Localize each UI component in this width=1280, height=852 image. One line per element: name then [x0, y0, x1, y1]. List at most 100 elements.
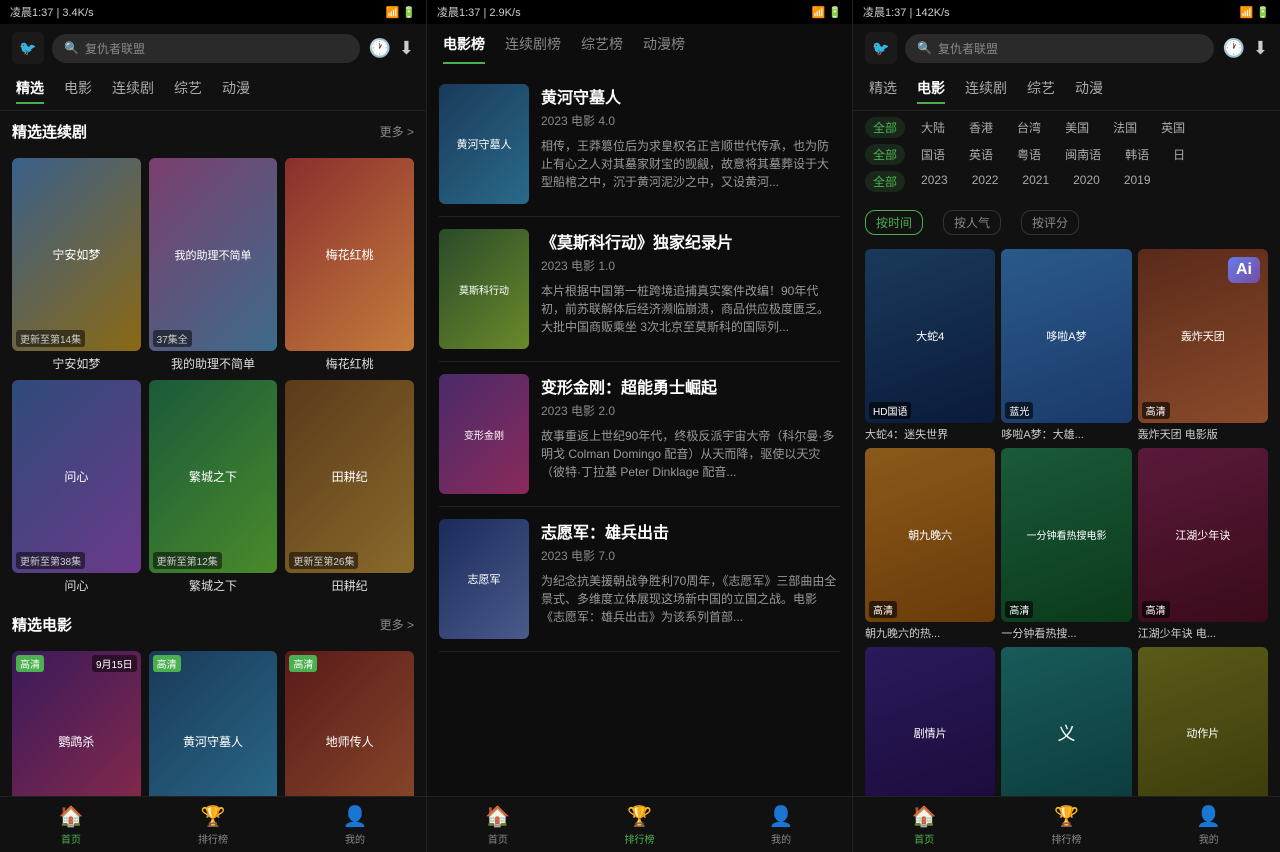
- filter-region-hk[interactable]: 香港: [961, 117, 1001, 138]
- left-tab-zongyi[interactable]: 综艺: [174, 78, 202, 104]
- left-nav-rank[interactable]: 🏆 排行榜: [142, 797, 284, 852]
- drama-item-1[interactable]: 宁安如梦 更新至第14集 宁安如梦: [12, 158, 141, 372]
- right-movie-5[interactable]: 一分钟看热搜电影 高清 一分钟看热搜...: [1001, 448, 1131, 641]
- left-status-icons: 📶 🔋: [386, 6, 416, 19]
- left-movie-header: 精选电影 更多 >: [12, 614, 414, 635]
- right-movie-3[interactable]: 轰炸天团 高清 Ai 轰炸天团 电影版: [1138, 249, 1268, 442]
- movie-item-1[interactable]: 鹦鹉杀 高清 9月15日 鹦鹉杀: [12, 651, 141, 796]
- filter-year-2020[interactable]: 2020: [1065, 171, 1108, 192]
- right-nav-tabs: 精选 电影 连续剧 综艺 动漫: [853, 72, 1280, 111]
- ai-badge: Ai: [1228, 257, 1260, 283]
- filter-lang-minnan[interactable]: 闽南语: [1057, 144, 1109, 165]
- right-movie-6[interactable]: 江湖少年诀 高清 江湖少年诀 电...: [1138, 448, 1268, 641]
- left-movie-more[interactable]: 更多 >: [380, 616, 414, 633]
- sort-by-rating[interactable]: 按评分: [1021, 210, 1079, 235]
- filter-year-2023[interactable]: 2023: [913, 171, 956, 192]
- middle-movie-3[interactable]: 变形金刚 变形金刚：超能勇士崛起 2023 电影 2.0 故事重返上世纪90年代…: [439, 362, 840, 507]
- middle-nav-rank[interactable]: 🏆 排行榜: [569, 797, 711, 852]
- middle-movie-2[interactable]: 莫斯科行动 《莫斯科行动》独家纪录片 2023 电影 1.0 本片根据中国第一桩…: [439, 217, 840, 362]
- middle-tab-variety[interactable]: 综艺榜: [581, 34, 623, 64]
- filter-lang-en[interactable]: 英语: [961, 144, 1001, 165]
- middle-status-text: 凌晨1:37 | 2.9K/s: [437, 4, 521, 20]
- middle-movie-list: 黄河守墓人 黄河守墓人 2023 电影 4.0 相传，王莽篡位后为求皇权名正言顺…: [427, 64, 852, 660]
- right-nav-mine[interactable]: 👤 我的: [1138, 797, 1280, 852]
- right-movie-2[interactable]: 哆啦A梦 蓝光 哆啦A梦：大雄...: [1001, 249, 1131, 442]
- mine-icon-m: 👤: [769, 804, 794, 829]
- right-tab-lianxuju[interactable]: 连续剧: [965, 78, 1007, 104]
- right-movie-8[interactable]: 义 高清 义: [1001, 647, 1131, 796]
- movie-item-3[interactable]: 地师传人 高清 地师传人: [285, 651, 414, 796]
- filter-year-2019[interactable]: 2019: [1116, 171, 1159, 192]
- filter-region-all[interactable]: 全部: [865, 117, 905, 138]
- drama-item-4[interactable]: 问心 更新至第38集 问心: [12, 380, 141, 594]
- left-search-text[interactable]: 复仇者联盟: [85, 40, 145, 57]
- right-search-text[interactable]: 复仇者联盟: [938, 40, 998, 57]
- movie-badge-3: 高清: [289, 655, 317, 672]
- middle-status-icons: 📶 🔋: [812, 6, 842, 19]
- filter-lang-korean[interactable]: 韩语: [1117, 144, 1157, 165]
- history-icon[interactable]: 🕐: [368, 38, 390, 59]
- movie-item-2[interactable]: 黄河守墓人 高清 黄河守墓人: [149, 651, 278, 796]
- filter-region-us[interactable]: 美国: [1057, 117, 1097, 138]
- right-tab-dongman[interactable]: 动漫: [1075, 78, 1103, 104]
- drama-item-5[interactable]: 繁城之下 更新至第12集 繁城之下: [149, 380, 278, 594]
- right-nav-rank[interactable]: 🏆 排行榜: [995, 797, 1137, 852]
- middle-movie-4[interactable]: 志愿军 志愿军：雄兵出击 2023 电影 7.0 为纪念抗美援朝战争胜利70周年…: [439, 507, 840, 652]
- filter-region-dalu[interactable]: 大陆: [913, 117, 953, 138]
- right-movie-1[interactable]: 大蛇4 HD国语 大蛇4：迷失世界: [865, 249, 995, 442]
- right-tab-zongyi[interactable]: 综艺: [1027, 78, 1055, 104]
- middle-tab-movie[interactable]: 电影榜: [443, 34, 485, 64]
- filter-region-tw[interactable]: 台湾: [1009, 117, 1049, 138]
- filter-year-2021[interactable]: 2021: [1014, 171, 1057, 192]
- download-icon[interactable]: ⬇: [399, 38, 414, 59]
- left-nav-home[interactable]: 🏠 首页: [0, 797, 142, 852]
- right-tab-jingxuan[interactable]: 精选: [869, 78, 897, 104]
- filter-lang-guoyu[interactable]: 国语: [913, 144, 953, 165]
- sort-by-popularity[interactable]: 按人气: [943, 210, 1001, 235]
- filter-lang-all[interactable]: 全部: [865, 144, 905, 165]
- right-nav-home[interactable]: 🏠 首页: [853, 797, 995, 852]
- filter-region-fr[interactable]: 法国: [1105, 117, 1145, 138]
- right-search-bar[interactable]: 🔍 复仇者联盟: [905, 34, 1214, 63]
- left-nav-mine[interactable]: 👤 我的: [284, 797, 426, 852]
- middle-tab-drama[interactable]: 连续剧榜: [505, 34, 561, 64]
- left-movie-section: 精选电影 更多 >: [0, 604, 426, 651]
- right-badge-6: 高清: [1142, 601, 1170, 618]
- left-tab-jingxuan[interactable]: 精选: [16, 78, 44, 104]
- left-tab-lianxuju[interactable]: 连续剧: [112, 78, 154, 104]
- middle-nav-home[interactable]: 🏠 首页: [427, 797, 569, 852]
- drama-item-3[interactable]: 梅花红桃 梅花红桃: [285, 158, 414, 372]
- right-history-icon[interactable]: 🕐: [1222, 38, 1244, 59]
- filter-lang-jp[interactable]: 日: [1165, 144, 1193, 165]
- left-tab-dongman[interactable]: 动漫: [222, 78, 250, 104]
- filter-lang-cantonese[interactable]: 粤语: [1009, 144, 1049, 165]
- middle-nav-mine[interactable]: 👤 我的: [710, 797, 852, 852]
- filter-year-all[interactable]: 全部: [865, 171, 905, 192]
- right-search-icon: 🔍: [917, 41, 932, 55]
- search-icon: 🔍: [64, 41, 79, 55]
- left-drama-more[interactable]: 更多 >: [380, 123, 414, 140]
- right-filter-section: 全部 大陆 香港 台湾 美国 法国 英国 全部 国语 英语 粤语 闽南语 韩语 …: [853, 111, 1280, 204]
- middle-movie-1[interactable]: 黄河守墓人 黄河守墓人 2023 电影 4.0 相传，王莽篡位后为求皇权名正言顺…: [439, 72, 840, 217]
- right-movie-7[interactable]: 剧情片 高清: [865, 647, 995, 796]
- sort-by-time[interactable]: 按时间: [865, 210, 923, 235]
- drama-item-6[interactable]: 田耕纪 更新至第26集 田耕纪: [285, 380, 414, 594]
- right-tab-dianying[interactable]: 电影: [917, 78, 945, 104]
- middle-title-2: 《莫斯科行动》独家纪录片: [541, 229, 840, 253]
- right-poster-4: 朝九晚六 高清: [865, 448, 995, 622]
- middle-title-1: 黄河守墓人: [541, 84, 840, 108]
- left-status-text: 凌晨1:37 | 3.4K/s: [10, 4, 94, 20]
- middle-tab-anime[interactable]: 动漫榜: [643, 34, 685, 64]
- right-download-icon[interactable]: ⬇: [1253, 38, 1268, 59]
- right-status-text: 凌晨1:37 | 142K/s: [863, 4, 950, 20]
- filter-year-2022[interactable]: 2022: [964, 171, 1007, 192]
- drama-badge-2: 37集全: [153, 330, 192, 347]
- left-drama-section: 精选连续剧 更多 >: [0, 111, 426, 158]
- drama-item-2[interactable]: 我的助理不简单 37集全 我的助理不简单: [149, 158, 278, 372]
- right-movie-9[interactable]: 动作片 高清: [1138, 647, 1268, 796]
- left-search-bar[interactable]: 🔍 复仇者联盟: [52, 34, 360, 63]
- left-tab-dianying[interactable]: 电影: [64, 78, 92, 104]
- right-movie-4[interactable]: 朝九晚六 高清 朝九晚六的热...: [865, 448, 995, 641]
- middle-panel: 凌晨1:37 | 2.9K/s 📶 🔋 电影榜 连续剧榜 综艺榜 动漫榜 黄河守…: [427, 0, 853, 852]
- filter-region-uk[interactable]: 英国: [1153, 117, 1193, 138]
